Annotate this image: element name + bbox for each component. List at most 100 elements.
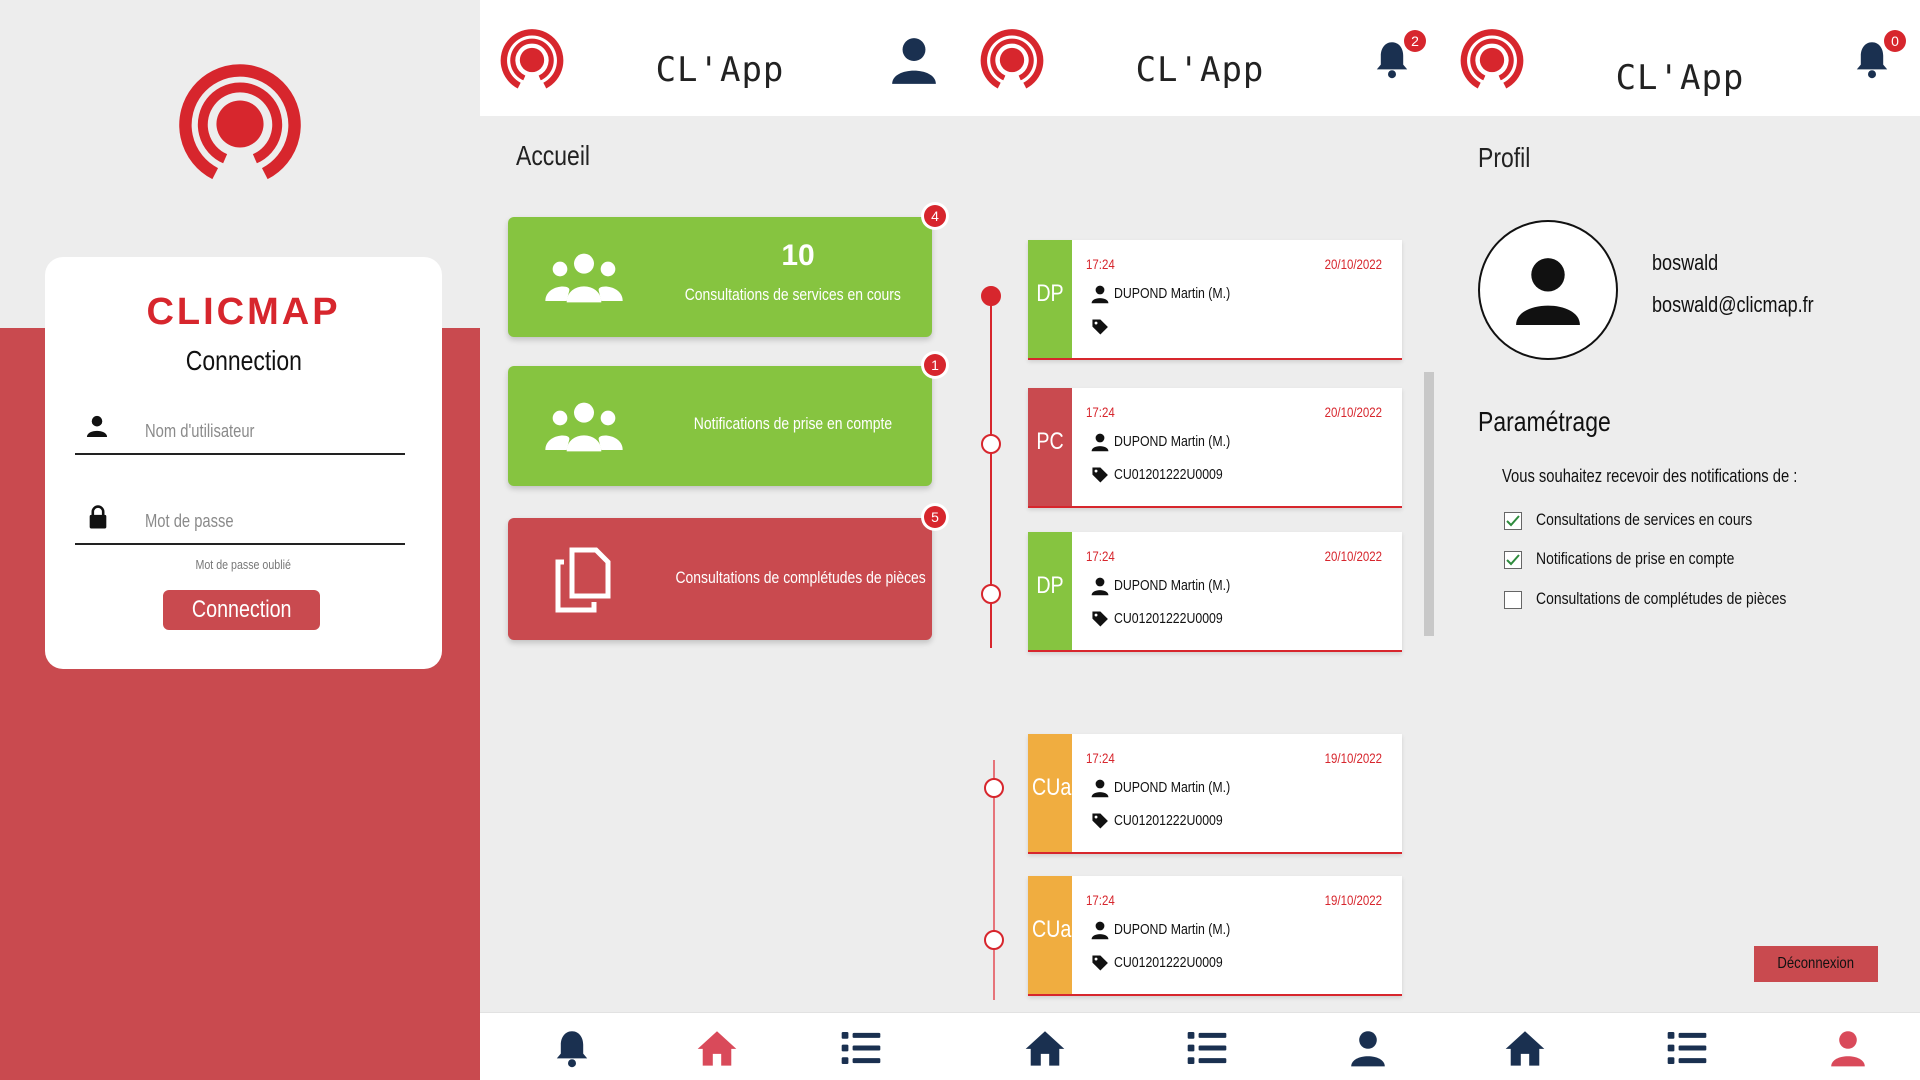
card-time: 17:24 [1086,750,1115,766]
bell-badge: 0 [1884,30,1906,52]
user-icon [1086,432,1114,452]
card-time: 17:24 [1086,548,1115,564]
profile-screen: CL'App 0 Profil boswald boswald@clicmap.… [1440,0,1920,1080]
page-title: Accueil [516,140,591,171]
tag-icon [1086,610,1114,628]
home-icon[interactable] [1502,1027,1548,1069]
tag-icon [1086,318,1114,336]
notification-card[interactable]: CUa 17:24 19/10/2022 DUPOND Martin (M.) … [1028,876,1402,996]
tile-label: Consultations de services en cours [684,285,902,304]
tile-badge: 5 [924,506,946,528]
card-time: 17:24 [1086,892,1115,908]
procedure-tag: CUa [1028,734,1072,852]
procedure-tag: DP [1028,532,1072,650]
checkbox-checked[interactable] [1504,550,1522,569]
tag-icon [1086,466,1114,484]
card-reference: CU01201222U0009 [1086,954,1247,972]
card-person: DUPOND Martin (M.) [1086,778,1256,798]
clicmap-logo-icon [178,62,302,186]
home-screen: CL'App Accueil 10 Consultations de servi… [480,0,960,1080]
card-reference: CU01201222U0009 [1086,610,1247,628]
home-icon[interactable] [694,1027,740,1069]
timeline-dot [984,930,1004,950]
profile-icon[interactable] [1348,1027,1388,1069]
bottom-nav [1440,1012,1920,1080]
timeline-dot [981,584,1001,604]
settings-title: Paramétrage [1478,406,1611,437]
option-notifications[interactable]: Notifications de prise en compte [1504,549,1778,569]
tile-badge: 1 [924,354,946,376]
app-header: CL'App 0 [1440,0,1920,116]
tile-services-in-progress[interactable]: 10 Consultations de services en cours 4 [508,205,946,337]
card-reference: CU01201222U0009 [1086,466,1247,484]
notification-card[interactable]: PC 17:24 20/10/2022 DUPOND Martin (M.) C… [1028,388,1402,508]
tile-count: 10 [781,239,815,272]
list-icon[interactable] [838,1027,884,1069]
password-input[interactable]: Mot de passe [145,511,234,532]
login-screen: CLICMAP Connection Nom d'utilisateur Mot… [0,0,480,1080]
card-date: 19/10/2022 [1324,750,1382,766]
card-reference: CU01201222U0009 [1086,812,1247,830]
timeline-dot-active [981,286,1001,306]
checkbox-unchecked[interactable] [1504,590,1522,609]
profile-email: boswald@clicmap.fr [1652,292,1814,317]
notifications-bell[interactable]: 0 [1852,30,1906,86]
user-icon [1510,248,1586,332]
notifications-screen: CL'App 2 DP 17:24 20/10/2022 DUPOND Mart… [960,0,1440,1080]
notification-card[interactable]: DP 17:24 20/10/2022 DUPOND Martin (M.) [1028,240,1402,360]
procedure-tag: PC [1028,388,1072,506]
tile-notifications[interactable]: Notifications de prise en compte 1 [508,354,946,486]
notification-card[interactable]: DP 17:24 20/10/2022 DUPOND Martin (M.) C… [1028,532,1402,652]
user-icon [1086,576,1114,596]
login-title: Connection [185,345,302,376]
list-icon[interactable] [1184,1027,1230,1069]
notifications-bell[interactable]: 2 [1372,30,1426,86]
user-icon [85,413,109,439]
profile-icon[interactable] [1828,1027,1868,1069]
notification-card[interactable]: CUa 17:24 19/10/2022 DUPOND Martin (M.) … [1028,734,1402,854]
login-button[interactable]: Connection [163,590,320,630]
app-title: CL'App [1615,58,1745,98]
app-header: CL'App [480,0,960,116]
profile-avatar-icon[interactable] [888,30,940,90]
option-services-in-progress[interactable]: Consultations de services en cours [1504,510,1800,530]
tile-document-completeness[interactable]: Consultations de complétudes de pièces 5 [508,506,946,640]
card-person: DUPOND Martin (M.) [1086,920,1256,940]
username-input[interactable]: Nom d'utilisateur [145,421,254,442]
username-field[interactable]: Nom d'utilisateur [75,407,405,455]
user-icon [1086,778,1114,798]
scrollbar[interactable] [1424,372,1434,636]
forgot-password-link[interactable]: Mot de passe oublié [45,557,442,572]
card-reference [1086,318,1114,336]
password-field[interactable]: Mot de passe [75,497,405,545]
home-icon[interactable] [1022,1027,1068,1069]
bell-badge: 2 [1404,30,1426,52]
procedure-tag: CUa [1028,876,1072,994]
card-person: DUPOND Martin (M.) [1086,576,1256,596]
users-group-icon [544,249,624,305]
tile-badge: 4 [924,205,946,227]
bell-icon[interactable] [552,1027,592,1069]
app-screens: CLICMAP Connection Nom d'utilisateur Mot… [0,0,1920,1080]
profile-username: boswald [1652,250,1719,275]
user-icon [1086,920,1114,940]
card-person: DUPOND Martin (M.) [1086,432,1256,452]
login-card: CLICMAP Connection Nom d'utilisateur Mot… [45,257,442,669]
logout-button[interactable]: Déconnexion [1754,946,1878,982]
bottom-nav [960,1012,1440,1080]
checkbox-checked[interactable] [1504,511,1522,530]
page-title: Profil [1478,142,1531,173]
settings-question: Vous souhaitez recevoir des notification… [1502,466,1798,486]
user-icon [1086,284,1114,304]
card-person: DUPOND Martin (M.) [1086,284,1256,304]
card-date: 19/10/2022 [1324,892,1382,908]
lock-icon [85,503,111,531]
tag-icon [1086,954,1114,972]
timeline-dot [984,778,1004,798]
option-document-completeness[interactable]: Consultations de complétudes de pièces [1504,589,1841,609]
card-date: 20/10/2022 [1324,256,1382,272]
brand-wordmark: CLICMAP [146,291,341,333]
bottom-nav [480,1012,960,1080]
list-icon[interactable] [1664,1027,1710,1069]
card-date: 20/10/2022 [1324,548,1382,564]
